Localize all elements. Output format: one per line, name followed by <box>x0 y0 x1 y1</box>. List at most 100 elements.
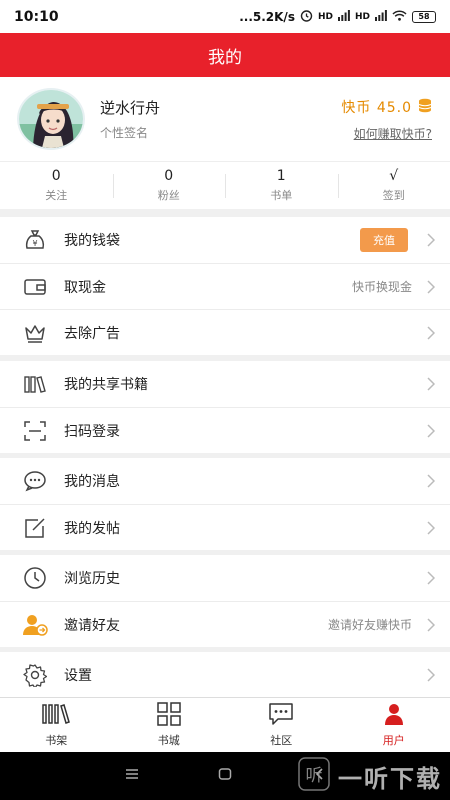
tab-bookstore[interactable]: 书城 <box>113 698 226 752</box>
menu-icon[interactable] <box>125 766 139 785</box>
tab-user[interactable]: 用户 <box>338 698 450 752</box>
earn-coin-link[interactable]: 如何赚取快币? <box>354 125 432 142</box>
coin-balance: 快币 45.0 <box>341 97 432 117</box>
stat-label: 粉丝 <box>157 189 180 202</box>
menu-invite[interactable]: 邀请好友 邀请好友赚快币 <box>0 601 450 647</box>
chevron-right-icon <box>422 668 440 682</box>
coin-stack-icon <box>418 98 432 117</box>
stat-value: 0 <box>51 168 61 184</box>
stat-label: 书单 <box>270 189 293 202</box>
menu-history[interactable]: 浏览历史 <box>0 555 450 601</box>
page-title: 我的 <box>208 47 242 68</box>
recharge-button[interactable]: 充值 <box>360 228 408 252</box>
signal-2: HD <box>354 11 370 22</box>
menu-extra: 快币换现金 <box>351 280 412 294</box>
menu-extra: 邀请好友赚快币 <box>327 618 412 632</box>
tab-label: 社区 <box>270 734 293 747</box>
chevron-right-icon <box>422 423 440 438</box>
watermark-text: 一听下载 <box>338 764 442 793</box>
chevron-right-icon <box>422 617 440 632</box>
status-icons: ...5.2K/s HD HD 58 <box>239 9 436 25</box>
chevron-right-icon <box>422 325 440 340</box>
bookshelf-icon <box>41 702 71 730</box>
coin-balance-label: 快币 45.0 <box>341 100 412 116</box>
menu-shared-books[interactable]: 我的共享书籍 <box>0 361 450 407</box>
menu-group-settings: 设置 <box>0 652 450 698</box>
stat-value: 0 <box>164 168 174 184</box>
stat-value: 1 <box>276 168 286 184</box>
stat-value: √ <box>389 168 399 184</box>
message-icon <box>20 468 50 494</box>
tab-bookshelf[interactable]: 书架 <box>0 698 113 752</box>
chevron-right-icon <box>422 571 440 585</box>
menu-label: 设置 <box>64 668 92 684</box>
menu-label: 我的共享书籍 <box>64 377 148 393</box>
menu-label: 浏览历史 <box>64 571 120 587</box>
stat-label: 关注 <box>45 189 68 202</box>
watermark-logo-icon: 听 <box>298 757 330 795</box>
menu-label: 去除广告 <box>64 325 120 342</box>
gear-icon <box>20 662 50 688</box>
system-nav-bar: 听 一听下载 <box>0 752 450 800</box>
stats-bar: 0 关注 0 粉丝 1 书单 √ 签到 <box>0 161 450 209</box>
stat-label: 签到 <box>382 189 405 202</box>
grid-icon <box>156 702 182 730</box>
menu-withdraw[interactable]: 取现金 快币换现金 <box>0 263 450 309</box>
chevron-right-icon <box>422 520 440 535</box>
money-bag-icon: ¥ <box>20 227 50 253</box>
tab-community[interactable]: 社区 <box>225 698 338 752</box>
stat-booklists[interactable]: 1 书单 <box>225 162 338 209</box>
stat-following[interactable]: 0 关注 <box>0 162 113 209</box>
status-bar: 10:10 ...5.2K/s HD HD 58 <box>0 0 450 33</box>
user-name[interactable]: 逆水行舟 <box>100 97 160 118</box>
signal-bars-1-icon <box>337 9 350 24</box>
chevron-right-icon <box>422 377 440 391</box>
chevron-right-icon <box>422 474 440 488</box>
tab-label: 书架 <box>45 734 68 747</box>
wifi-icon <box>392 9 407 24</box>
wallet-icon <box>20 274 50 300</box>
tab-label: 书城 <box>157 734 180 747</box>
chat-icon <box>268 702 294 730</box>
scan-icon <box>20 418 50 444</box>
user-signature[interactable]: 个性签名 <box>100 124 148 141</box>
crown-icon <box>20 320 50 346</box>
avatar[interactable] <box>17 88 85 150</box>
menu-label: 取现金 <box>64 279 106 296</box>
invite-user-icon <box>20 612 50 638</box>
signal-bars-2-icon <box>375 9 387 24</box>
watermark: 听 一听下载 <box>298 757 442 795</box>
menu-settings[interactable]: 设置 <box>0 652 450 698</box>
status-time: 10:10 <box>14 8 59 25</box>
menu-label: 扫码登录 <box>64 423 120 440</box>
menu-label: 邀请好友 <box>64 617 120 634</box>
network-speed: ...5.2K/s <box>239 9 295 24</box>
bottom-tab-bar: 书架 书城 社区 用户 <box>0 697 450 752</box>
home-icon[interactable] <box>218 766 232 785</box>
signal-1: HD <box>317 11 333 22</box>
menu-group-books: 我的共享书籍 扫码登录 <box>0 361 450 453</box>
menu-label: 我的消息 <box>64 474 120 490</box>
battery-indicator: 58 <box>412 10 436 23</box>
alarm-icon <box>300 9 313 25</box>
stat-followers[interactable]: 0 粉丝 <box>112 162 226 209</box>
menu-wallet[interactable]: ¥ 我的钱袋 充值 <box>0 217 450 263</box>
tab-label: 用户 <box>382 734 405 747</box>
svg-text:¥: ¥ <box>32 239 37 248</box>
menu-posts[interactable]: 我的发帖 <box>0 504 450 550</box>
edit-icon <box>20 515 50 541</box>
stat-checkin[interactable]: √ 签到 <box>337 162 450 209</box>
svg-text:听: 听 <box>306 766 323 786</box>
menu-remove-ads[interactable]: 去除广告 <box>0 309 450 355</box>
menu-label: 我的发帖 <box>64 520 120 537</box>
menu-messages[interactable]: 我的消息 <box>0 458 450 504</box>
title-bar: 我的 <box>0 33 450 77</box>
menu-group-account: ¥ 我的钱袋 充值 取现金 快币换现金 去除广告 <box>0 217 450 355</box>
user-icon <box>382 702 406 730</box>
menu-group-social: 我的消息 我的发帖 <box>0 458 450 550</box>
chevron-right-icon <box>422 233 440 247</box>
menu-scan-login[interactable]: 扫码登录 <box>0 407 450 453</box>
profile-card: 逆水行舟 个性签名 快币 45.0 如何赚取快币? <box>0 77 450 161</box>
books-icon <box>20 371 50 397</box>
chevron-right-icon <box>422 279 440 294</box>
